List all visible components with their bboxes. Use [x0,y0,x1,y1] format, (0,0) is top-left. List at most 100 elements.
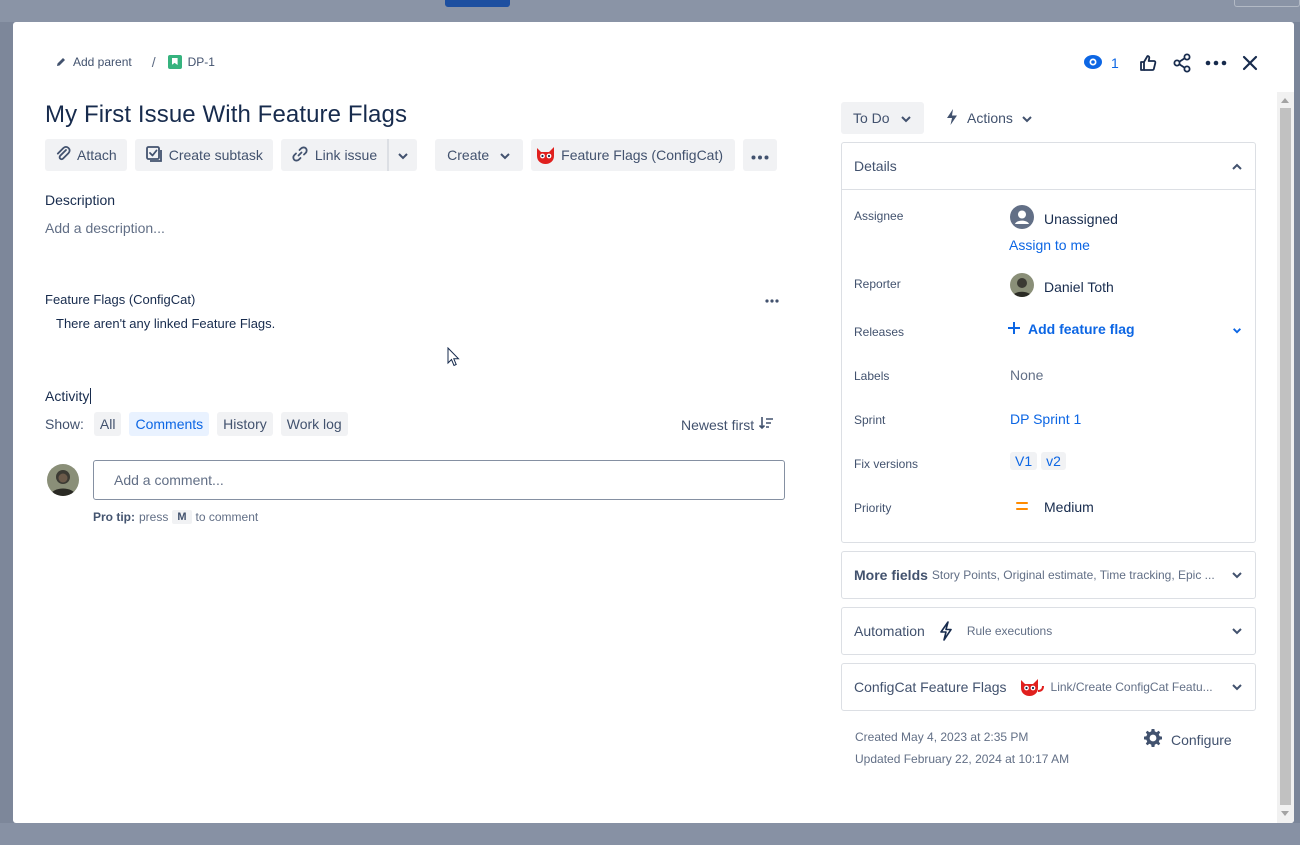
backdrop-bottom [0,823,1300,845]
actions-dropdown[interactable]: Actions [945,102,1033,134]
activity-label: Activity [45,388,90,404]
mouse-cursor-icon [447,346,461,372]
chevron-down-icon [397,147,409,163]
scroll-down-icon[interactable] [1281,811,1289,816]
eye-icon [1083,54,1103,73]
reporter-label: Reporter [854,277,901,291]
watch-count: 1 [1111,55,1119,71]
add-parent-link[interactable]: Add parent [55,55,132,69]
more-fields-panel[interactable]: More fields Story Points, Original estim… [841,551,1256,599]
more-fields-label: More fields [854,567,928,583]
chevron-down-icon [1231,571,1243,579]
pro-tip: Pro tip: press M to comment [93,510,258,524]
link-icon [291,145,309,166]
feature-flags-label: Feature Flags (ConfigCat) [561,147,724,163]
chevron-down-icon [1231,683,1243,691]
feature-flags-button[interactable]: Feature Flags (ConfigCat) [531,139,736,171]
priority-value[interactable]: Medium [1010,499,1094,515]
link-issue-button[interactable]: Link issue [280,139,388,171]
chevron-down-icon [900,110,912,126]
filter-history[interactable]: History [217,412,273,436]
more-fields-sub: Story Points, Original estimate, Time tr… [931,568,1215,582]
subtask-icon [145,145,163,166]
avatar [47,464,79,496]
details-panel: Details Assignee Unassigned Assign to me… [841,142,1256,543]
sort-button[interactable]: Newest first [681,416,774,433]
configcat-panel[interactable]: ConfigCat Feature Flags Link/Create Conf… [841,663,1256,711]
filter-all[interactable]: All [93,412,122,436]
configcat-icon [535,144,557,166]
assignee-label: Assignee [854,209,904,223]
more-icon[interactable] [1205,52,1227,74]
fix-versions-label: Fix versions [854,457,919,471]
reporter-name: Daniel Toth [1044,278,1114,295]
link-issue-dropdown[interactable] [389,139,418,171]
configcat-icon [1019,676,1045,698]
backdrop-sidebar [0,22,13,845]
activity-heading: Activity [45,388,92,404]
issue-title[interactable]: My First Issue With Feature Flags [45,101,407,129]
details-title: Details [854,158,897,174]
chevron-down-icon [1021,110,1033,126]
sprint-value[interactable]: DP Sprint 1 [1010,411,1081,427]
link-issue-label: Link issue [314,147,378,163]
filter-comments[interactable]: Comments [129,412,210,436]
priority-medium-icon [1010,499,1034,515]
scrollbar-thumb[interactable] [1280,108,1291,805]
filter-work-log[interactable]: Work log [280,412,348,436]
priority-name: Medium [1044,499,1094,515]
close-icon[interactable] [1239,52,1261,74]
assignee-value[interactable]: Unassigned [1010,205,1118,232]
text-caret [90,388,92,404]
breadcrumb: Add parent / DP-1 [55,54,215,70]
create-subtask-button[interactable]: Create subtask [134,139,273,171]
assignee-name: Unassigned [1044,210,1118,227]
create-label: Create [447,147,490,163]
breadcrumb-separator: / [151,54,156,70]
configure-button[interactable]: Configure [1143,728,1232,751]
thumbs-up-icon[interactable] [1137,52,1159,74]
more-actions-button[interactable] [743,139,778,171]
assign-to-me-link[interactable]: Assign to me [1009,237,1090,253]
fix-versions-value[interactable]: V1 v2 [1010,452,1070,470]
description-heading: Description [45,192,116,208]
version-chip[interactable]: V1 [1010,452,1038,470]
details-header[interactable]: Details [842,143,1255,190]
releases-label: Releases [854,325,905,339]
reporter-value[interactable]: Daniel Toth [1010,273,1114,300]
comment-input[interactable]: Add a comment... [93,460,785,500]
feature-flags-more-icon[interactable] [765,290,779,308]
updated-date: Updated February 22, 2024 at 10:17 AM [855,752,1070,766]
chevron-down-icon [499,147,511,163]
automation-panel[interactable]: Automation Rule executions [841,607,1256,655]
gear-icon [1143,728,1163,751]
sort-icon [758,416,774,433]
scroll-up-icon[interactable] [1281,98,1289,103]
created-date: Created May 4, 2023 at 2:35 PM [855,730,1029,744]
attach-button[interactable]: Attach [45,139,127,171]
chevron-down-icon [1231,627,1243,635]
chevron-down-icon [1232,321,1242,337]
add-feature-flag-button[interactable]: Add feature flag [1008,321,1242,337]
pro-tip-press: press [139,510,169,524]
configcat-sub: Link/Create ConfigCat Featu... [1050,680,1213,694]
pro-tip-label: Pro tip: [93,510,135,524]
share-icon[interactable] [1171,52,1193,74]
pro-tip-rest: to comment [195,510,259,524]
watch-button[interactable]: 1 [1083,54,1119,73]
status-dropdown[interactable]: To Do [841,102,924,134]
version-chip[interactable]: v2 [1041,452,1066,470]
automation-label: Automation [854,623,925,639]
feature-flags-heading: Feature Flags (ConfigCat) [45,292,196,307]
labels-value[interactable]: None [1010,367,1043,383]
issue-toolbar: Attach Create subtask Link issue Create [45,139,785,171]
issue-key-link[interactable]: DP-1 [167,55,215,69]
sprint-label: Sprint [854,413,886,427]
issue-key-label: DP-1 [187,55,215,69]
feature-flags-empty-text: There aren't any linked Feature Flags. [56,316,276,331]
backdrop-button [445,0,510,7]
description-editor[interactable]: Add a description... [45,220,165,236]
lightning-icon [945,108,959,129]
create-subtask-label: Create subtask [168,147,263,163]
create-button[interactable]: Create [435,139,524,171]
